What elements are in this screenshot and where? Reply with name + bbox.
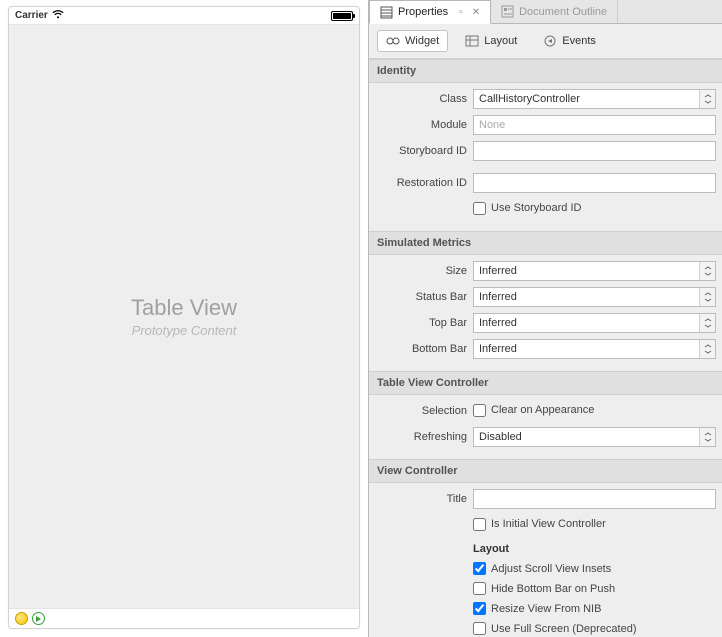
storyboard-id-field[interactable] xyxy=(473,141,716,161)
scene-dock xyxy=(9,608,359,628)
battery-icon xyxy=(331,11,353,21)
size-combo[interactable]: Inferred xyxy=(473,261,716,281)
tab-properties[interactable]: Properties ▫ ✕ xyxy=(369,0,491,24)
refreshing-combo[interactable]: Disabled xyxy=(473,427,716,447)
mode-widget[interactable]: Widget xyxy=(377,30,448,52)
hide-bottom-checkbox[interactable]: Hide Bottom Bar on Push xyxy=(473,582,615,595)
chevron-updown-icon[interactable] xyxy=(699,90,715,108)
class-combo[interactable]: CallHistoryController xyxy=(473,89,716,109)
bottombar-combo[interactable]: Inferred xyxy=(473,339,716,359)
clear-on-appearance-checkbox[interactable]: Clear on Appearance xyxy=(473,404,594,417)
outline-icon xyxy=(501,5,514,18)
section-vc-header: View Controller xyxy=(369,459,722,483)
section-identity-header: Identity xyxy=(369,59,722,83)
panel-tabs: Properties ▫ ✕ Document Outline xyxy=(369,0,722,24)
topbar-combo[interactable]: Inferred xyxy=(473,313,716,333)
events-icon xyxy=(543,35,557,47)
exit-icon[interactable] xyxy=(32,612,45,625)
first-responder-icon[interactable] xyxy=(15,612,28,625)
is-initial-checkbox[interactable]: Is Initial View Controller xyxy=(473,518,606,531)
full-screen-checkbox[interactable]: Use Full Screen (Deprecated) xyxy=(473,622,637,635)
restoration-id-label: Restoration ID xyxy=(375,177,473,189)
title-field[interactable] xyxy=(473,489,716,509)
chevron-updown-icon[interactable] xyxy=(699,428,715,446)
property-sections: Identity Class CallHistoryController Mod… xyxy=(369,59,722,637)
layout-heading: Layout xyxy=(473,543,509,555)
properties-icon xyxy=(380,6,393,19)
module-label: Module xyxy=(375,119,473,131)
tab-label: Properties xyxy=(398,6,448,18)
mode-layout[interactable]: Layout xyxy=(456,30,526,52)
properties-pane: Properties ▫ ✕ Document Outline Widget L… xyxy=(368,0,722,637)
table-view-subtitle: Prototype Content xyxy=(132,323,237,338)
table-view-title: Table View xyxy=(131,295,237,321)
statusbar-label: Status Bar xyxy=(375,291,473,303)
pin-icon[interactable]: ▫ xyxy=(459,7,463,18)
tab-document-outline[interactable]: Document Outline xyxy=(491,0,618,23)
storyboard-id-label: Storyboard ID xyxy=(375,145,473,157)
restoration-id-field[interactable] xyxy=(473,173,716,193)
tab-label: Document Outline xyxy=(519,6,607,18)
section-tvc-header: Table View Controller xyxy=(369,371,722,395)
mode-events[interactable]: Events xyxy=(534,30,605,52)
class-label: Class xyxy=(375,93,473,105)
size-label: Size xyxy=(375,265,473,277)
device-frame[interactable]: Carrier Table View Prototype Content xyxy=(8,6,360,629)
bottombar-label: Bottom Bar xyxy=(375,343,473,355)
chevron-updown-icon[interactable] xyxy=(699,340,715,358)
title-label: Title xyxy=(375,493,473,505)
widget-icon xyxy=(386,35,400,47)
refreshing-label: Refreshing xyxy=(375,431,473,443)
design-canvas: Carrier Table View Prototype Content xyxy=(0,0,368,637)
chevron-updown-icon[interactable] xyxy=(699,314,715,332)
statusbar-combo[interactable]: Inferred xyxy=(473,287,716,307)
chevron-updown-icon[interactable] xyxy=(699,262,715,280)
carrier-label: Carrier xyxy=(15,10,48,21)
selection-label: Selection xyxy=(375,405,473,417)
section-simulated-header: Simulated Metrics xyxy=(369,231,722,255)
mode-tabs: Widget Layout Events xyxy=(369,24,722,59)
module-field[interactable] xyxy=(473,115,716,135)
resize-nib-checkbox[interactable]: Resize View From NIB xyxy=(473,602,601,615)
topbar-label: Top Bar xyxy=(375,317,473,329)
close-icon[interactable]: ✕ xyxy=(472,7,480,18)
use-storyboard-id-checkbox[interactable]: Use Storyboard ID xyxy=(473,202,581,215)
table-view-placeholder[interactable]: Table View Prototype Content xyxy=(9,25,359,608)
wifi-icon xyxy=(52,10,64,22)
chevron-updown-icon[interactable] xyxy=(699,288,715,306)
status-bar: Carrier xyxy=(9,7,359,25)
adjust-insets-checkbox[interactable]: Adjust Scroll View Insets xyxy=(473,562,611,575)
layout-icon xyxy=(465,35,479,47)
